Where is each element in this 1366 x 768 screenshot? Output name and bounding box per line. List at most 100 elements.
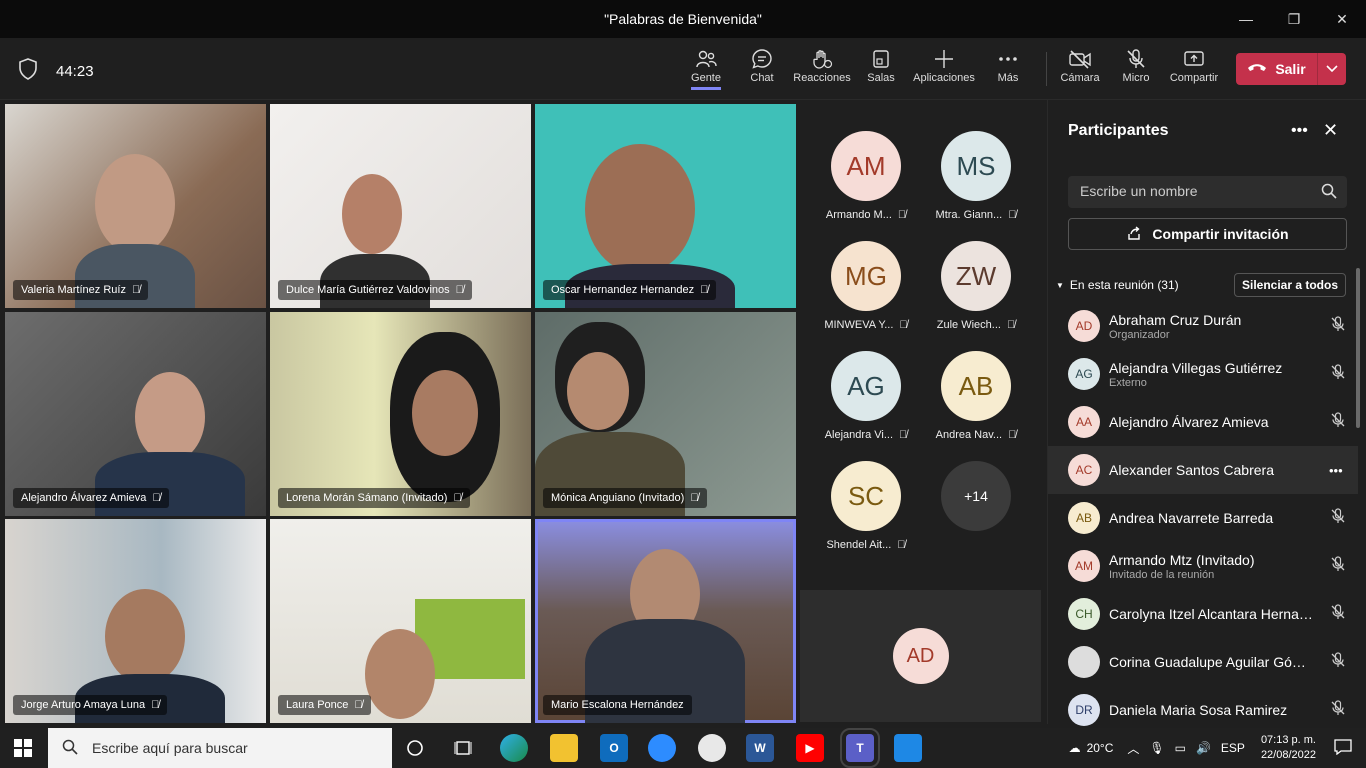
clock[interactable]: 07:13 p. m. 22/08/2022 — [1261, 733, 1316, 763]
participant-row[interactable]: CH Carolyna Itzel Alcantara Hernan... — [1048, 590, 1358, 638]
avatar-tile[interactable]: AB Andrea Nav... 🎙̸ — [921, 351, 1031, 461]
weather-icon[interactable]: ☁ — [1069, 741, 1081, 755]
avatar-tile[interactable]: MS Mtra. Giann... 🎙̸ — [921, 131, 1031, 241]
participant-row[interactable]: AG Alejandra Villegas Gutiérrez Externo — [1048, 350, 1358, 398]
avatar-tile[interactable]: AG Alejandra Vi... 🎙̸ — [811, 351, 921, 461]
overflow-tile[interactable]: +14 — [921, 461, 1031, 571]
video-tile[interactable]: Laura Ponce 🎙̸ — [270, 519, 531, 723]
video-tile[interactable]: Oscar Hernandez Hernandez 🎙̸ — [535, 104, 796, 308]
task-view-icon[interactable] — [454, 739, 472, 762]
participant-search-input[interactable]: Escribe un nombre — [1068, 176, 1347, 208]
video-tile[interactable]: Dulce María Gutiérrez Valdovinos 🎙̸ — [270, 104, 531, 308]
row-more-icon[interactable]: ••• — [1329, 463, 1343, 478]
participant-row[interactable]: DR Daniela Maria Sosa Ramirez — [1048, 686, 1358, 734]
taskbar-search-input[interactable]: Escribe aquí para buscar — [48, 728, 392, 768]
search-icon — [62, 739, 78, 758]
video-tile[interactable]: Valeria Martínez Ruíz 🎙̸ — [5, 104, 266, 308]
mic-off-icon[interactable] — [1329, 699, 1347, 722]
minimize-button[interactable]: — — [1222, 0, 1270, 38]
mute-all-button[interactable]: Silenciar a todos — [1234, 273, 1346, 297]
camera-label: Cámara — [1060, 72, 1100, 84]
avatar-tile[interactable]: AM Armando M... 🎙̸ — [811, 131, 921, 241]
leave-main[interactable]: Salir — [1236, 53, 1318, 85]
share-invite-button[interactable]: Compartir invitación — [1068, 218, 1347, 250]
avatar-tile[interactable]: ZW Zule Wiech... 🎙̸ — [921, 241, 1031, 351]
maximize-button[interactable]: ❐ — [1270, 0, 1318, 38]
leave-button[interactable]: Salir — [1236, 53, 1346, 85]
participant-row[interactable]: AD Abraham Cruz Durán Organizador — [1048, 302, 1358, 350]
mic-button[interactable]: Micro — [1118, 46, 1154, 94]
reactions-label: Reacciones — [793, 72, 851, 84]
section-header[interactable]: ▼ En esta reunión (31) — [1056, 278, 1179, 292]
mic-off-icon: 🎙̸ — [151, 699, 160, 711]
tile-caption: Lorena Morán Sámano (Invitado) 🎙̸ — [278, 488, 470, 508]
media-player-icon[interactable] — [894, 734, 922, 762]
camera-button[interactable]: Cámara — [1060, 46, 1100, 94]
mic-off-icon[interactable] — [1329, 411, 1347, 434]
cortana-icon[interactable] — [406, 739, 424, 762]
windows-start-icon[interactable] — [14, 739, 32, 762]
mic-icon[interactable]: 🎙 — [1149, 741, 1164, 755]
teams-icon[interactable]: T — [840, 728, 880, 768]
mic-off-icon: 🎙̸ — [1006, 319, 1016, 331]
chat-button[interactable]: Chat — [746, 46, 778, 94]
mic-off-icon — [1125, 46, 1147, 72]
mic-off-icon[interactable] — [1329, 603, 1347, 626]
people-button[interactable]: Gente — [688, 46, 724, 94]
word-icon[interactable]: W — [746, 734, 774, 762]
close-window-button[interactable]: ✕ — [1318, 0, 1366, 38]
mic-off-icon[interactable] — [1329, 507, 1347, 530]
rooms-button[interactable]: Salas — [866, 46, 896, 94]
self-video-tile[interactable]: AD — [800, 590, 1041, 722]
mic-off-icon[interactable] — [1329, 363, 1347, 386]
mic-off-icon[interactable] — [1329, 555, 1347, 578]
system-tray: ☁ 20°C ︿ 🎙 ▭ 🔊 ESP 07:13 p. m. 22/08/202… — [1069, 728, 1366, 768]
edge-icon[interactable] — [500, 734, 528, 762]
avatar: DR — [1068, 694, 1100, 726]
leave-options-button[interactable] — [1318, 60, 1346, 78]
participant-row[interactable]: AC Alexander Santos Cabrera ••• — [1048, 446, 1358, 494]
apps-button[interactable]: Aplicaciones — [910, 46, 978, 94]
paint-icon[interactable] — [698, 734, 726, 762]
tile-caption: Valeria Martínez Ruíz 🎙̸ — [13, 280, 149, 300]
close-icon[interactable]: ✕ — [1323, 120, 1338, 141]
participant-row[interactable]: Corina Guadalupe Aguilar Gómez — [1048, 638, 1358, 686]
video-tile[interactable]: Lorena Morán Sámano (Invitado) 🎙̸ — [270, 312, 531, 516]
avatar-label: Shendel Ait... — [826, 539, 892, 551]
tile-caption: Alejandro Álvarez Amieva 🎙̸ — [13, 488, 169, 508]
notifications-icon[interactable] — [1334, 738, 1352, 758]
language-indicator[interactable]: ESP — [1221, 741, 1245, 755]
chevron-up-icon[interactable]: ︿ — [1127, 740, 1139, 757]
video-tile[interactable]: Jorge Arturo Amaya Luna 🎙̸ — [5, 519, 266, 723]
mic-off-icon[interactable] — [1329, 315, 1347, 338]
video-tile[interactable]: Alejandro Álvarez Amieva 🎙̸ — [5, 312, 266, 516]
more-button[interactable]: Más — [992, 46, 1024, 94]
video-tile[interactable]: Mónica Anguiano (Invitado) 🎙̸ — [535, 312, 796, 516]
avatar-tile[interactable]: MG MINWEVA Y... 🎙̸ — [811, 241, 921, 351]
participant-role: Externo — [1109, 376, 1147, 389]
network-icon[interactable]: ▭ — [1175, 741, 1186, 755]
avatar-label: Zule Wiech... — [936, 319, 1001, 331]
volume-icon[interactable]: 🔊 — [1196, 741, 1211, 755]
share-screen-button[interactable]: Compartir — [1168, 46, 1220, 94]
file-explorer-icon[interactable] — [550, 734, 578, 762]
mic-off-icon[interactable] — [1329, 651, 1347, 674]
zoom-icon[interactable] — [648, 734, 676, 762]
participant-row[interactable]: AM Armando Mtz (Invitado) Invitado de la r… — [1048, 542, 1358, 590]
title-bar: "Palabras de Bienvenida" — ❐ ✕ — [0, 0, 1366, 38]
youtube-icon[interactable]: ▶ — [796, 734, 824, 762]
avatar: CH — [1068, 598, 1100, 630]
panel-more-icon[interactable]: ••• — [1291, 122, 1308, 140]
avatar-tile[interactable]: SC Shendel Ait... 🎙̸ — [811, 461, 921, 571]
participant-row[interactable]: AA Alejandro Álvarez Amieva — [1048, 398, 1358, 446]
weather-temp[interactable]: 20°C — [1087, 741, 1114, 755]
video-tile-active-speaker[interactable]: Mario Escalona Hernández — [535, 519, 796, 723]
reactions-button[interactable]: Reacciones — [792, 46, 852, 94]
toolbar-left: 44:23 — [18, 58, 94, 85]
tile-name: Alejandro Álvarez Amieva — [21, 492, 147, 504]
outlook-icon[interactable]: O — [600, 734, 628, 762]
tile-name: Lorena Morán Sámano (Invitado) — [286, 492, 448, 504]
avatar-grid: AM Armando M... 🎙̸ MS Mtra. Giann... 🎙̸ MG MI… — [800, 104, 1041, 586]
participant-row[interactable]: AB Andrea Navarrete Barreda — [1048, 494, 1358, 542]
avatar: SC — [831, 461, 901, 531]
